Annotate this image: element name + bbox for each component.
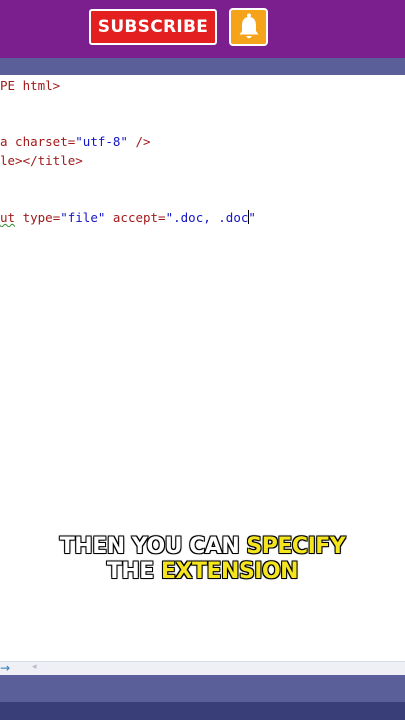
code-token: " xyxy=(248,210,256,225)
code-token: /> xyxy=(127,134,151,149)
scroll-left-arrow-icon[interactable]: ◂ xyxy=(32,662,37,672)
caption-line-2: THE EXTENSION xyxy=(0,558,405,584)
editor-tab-bar xyxy=(0,58,405,75)
code-line: PE html> xyxy=(0,77,60,95)
code-token: ut xyxy=(0,210,16,225)
code-token: "file" xyxy=(60,210,106,225)
code-line: le></title> xyxy=(0,152,83,170)
caption-text: THEN YOU CAN xyxy=(59,533,247,559)
code-line: a charset="utf-8" /> xyxy=(0,133,151,151)
caption-highlight: EXTENSION xyxy=(160,558,299,584)
bell-icon xyxy=(239,13,258,39)
video-caption: THEN YOU CAN SPECIFY THE EXTENSION xyxy=(0,533,405,584)
caption-line-1: THEN YOU CAN SPECIFY xyxy=(0,533,405,559)
bottom-bar xyxy=(0,702,405,720)
code-token: "utf-8" xyxy=(75,134,128,149)
code-token: a charset= xyxy=(0,134,76,149)
subscribe-button[interactable]: SUBSCRIBE xyxy=(89,9,217,45)
promo-banner: SUBSCRIBE xyxy=(0,0,405,58)
caption-text: THE xyxy=(106,558,161,584)
code-token: accept= xyxy=(105,210,166,225)
code-token: type= xyxy=(15,210,61,225)
code-token: le></title> xyxy=(0,153,83,168)
caption-highlight: SPECIFY xyxy=(246,533,346,559)
code-token: PE html> xyxy=(0,78,61,93)
scroll-right-arrow-icon[interactable]: → xyxy=(0,661,10,675)
code-token: ".doc, .doc xyxy=(165,210,249,225)
notification-bell-button[interactable] xyxy=(229,8,268,46)
code-line: ut type="file" accept=".doc, .doc" xyxy=(0,209,256,227)
horizontal-scrollbar[interactable]: → ◂ xyxy=(0,661,405,675)
status-bar xyxy=(0,675,405,702)
